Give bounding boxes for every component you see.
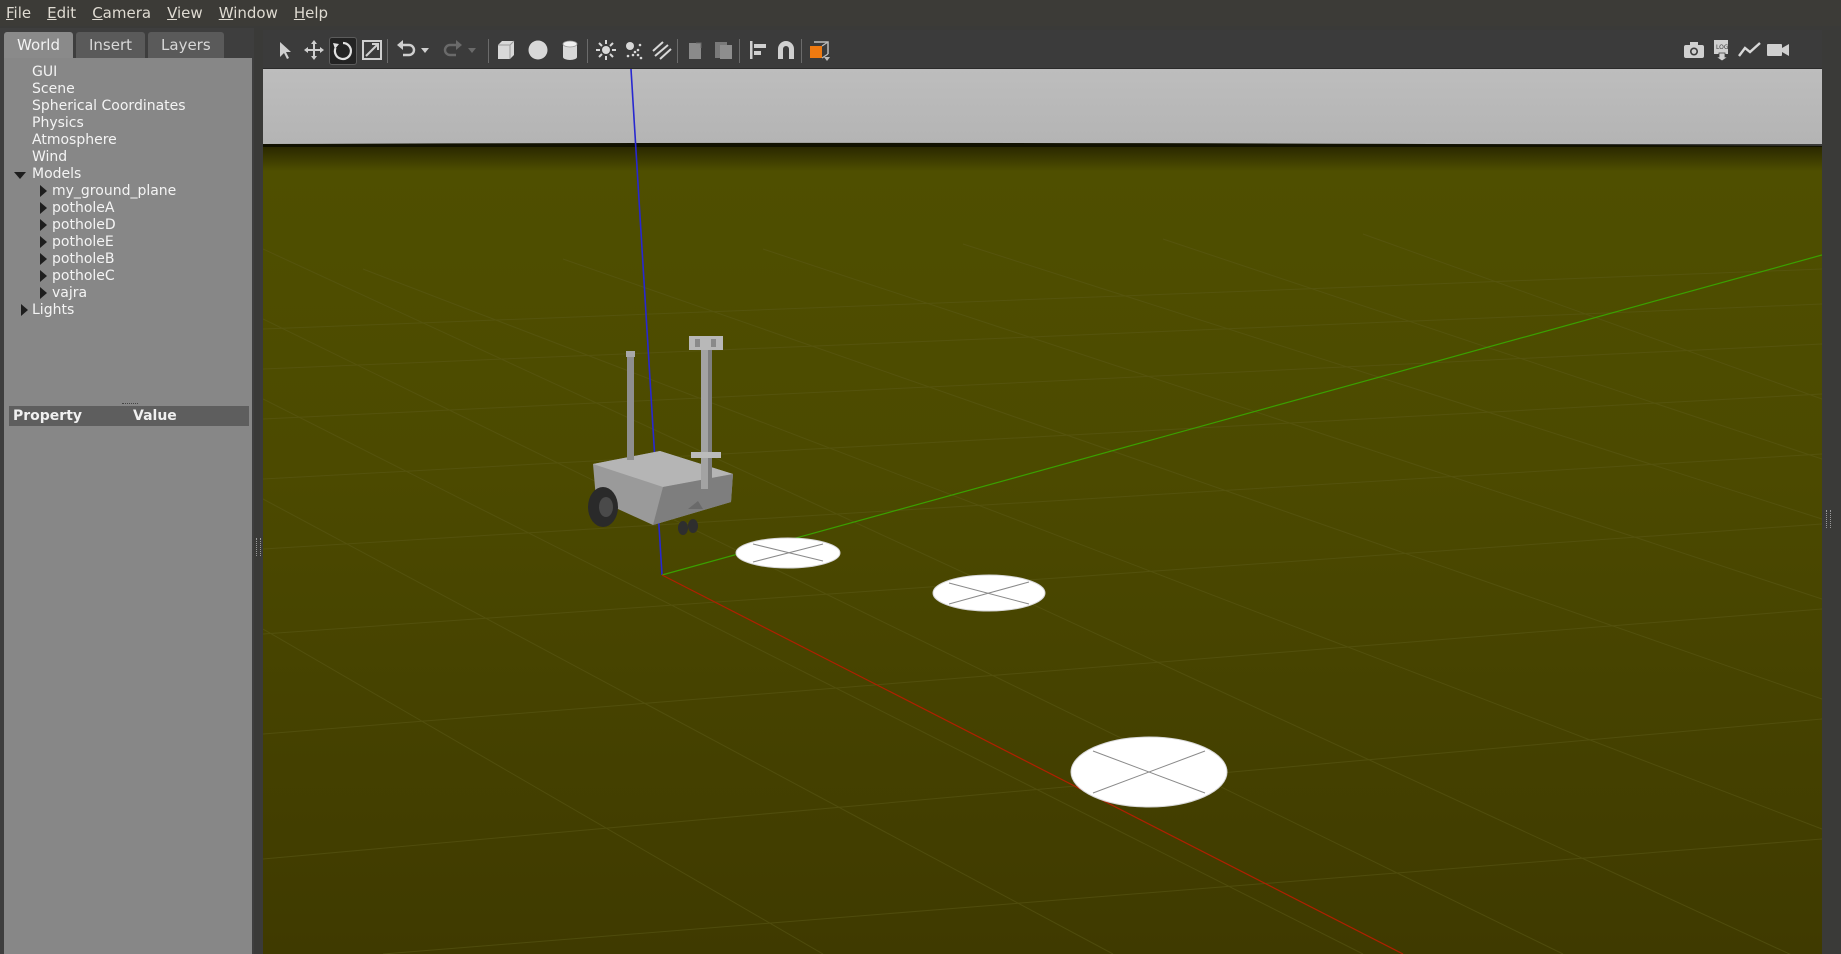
undo-icon[interactable] xyxy=(393,37,419,63)
right-panel-resize-grip[interactable] xyxy=(1826,510,1831,528)
tree-item-scene[interactable]: Scene xyxy=(4,81,252,98)
property-table-header: Property Value xyxy=(9,406,249,426)
scale-mode-icon[interactable] xyxy=(359,37,385,63)
world-panel: GUI Scene Spherical Coordinates Physics … xyxy=(4,58,252,954)
tree-item-label: potholeC xyxy=(52,268,115,284)
menu-window[interactable]: Window xyxy=(213,0,288,26)
log-icon[interactable]: LOG xyxy=(1709,37,1735,63)
redo-icon[interactable] xyxy=(440,37,466,63)
tree-item-model[interactable]: potholeB xyxy=(4,251,252,268)
toolbar-separator xyxy=(677,39,678,63)
toolbar-separator xyxy=(801,39,802,63)
tree-item-gui[interactable]: GUI xyxy=(4,64,252,81)
snap-icon[interactable] xyxy=(773,37,799,63)
plot-icon[interactable] xyxy=(1737,37,1763,63)
select-mode-icon[interactable] xyxy=(273,37,299,63)
menu-bar: File Edit Camera View Window Help xyxy=(0,0,1841,26)
menu-edit[interactable]: Edit xyxy=(41,0,86,26)
collapse-arrow-icon[interactable] xyxy=(40,185,47,197)
undo-history-icon[interactable] xyxy=(418,37,432,63)
spot-light-icon[interactable] xyxy=(621,37,647,63)
record-video-icon[interactable] xyxy=(1765,37,1791,63)
tab-insert[interactable]: Insert xyxy=(76,32,146,58)
tree-item-label: potholeA xyxy=(52,200,115,216)
tree-item-model[interactable]: vajra xyxy=(4,285,252,302)
rotate-mode-icon[interactable] xyxy=(329,37,357,65)
cylinder-icon[interactable] xyxy=(557,37,583,63)
translate-mode-icon[interactable] xyxy=(301,37,327,63)
world-tree: GUI Scene Spherical Coordinates Physics … xyxy=(4,64,252,319)
pothole-marker xyxy=(1070,736,1228,808)
collapse-arrow-icon[interactable] xyxy=(21,304,28,316)
tree-item-label: Lights xyxy=(32,302,75,318)
screenshot-icon[interactable] xyxy=(1681,37,1707,63)
tab-layers[interactable]: Layers xyxy=(148,32,224,58)
menu-help[interactable]: Help xyxy=(288,0,338,26)
tree-item-model[interactable]: my_ground_plane xyxy=(4,183,252,200)
tab-world[interactable]: World xyxy=(4,32,73,58)
align-icon[interactable] xyxy=(745,37,771,63)
scene-viewport[interactable] xyxy=(263,69,1822,954)
property-column-header[interactable]: Property xyxy=(9,408,133,424)
tree-item-model[interactable]: potholeE xyxy=(4,234,252,251)
toolbar-separator xyxy=(488,39,489,63)
tree-item-atmosphere[interactable]: Atmosphere xyxy=(4,132,252,149)
toolbar-separator xyxy=(587,39,588,63)
left-panel-tabs: World Insert Layers xyxy=(4,32,227,58)
redo-history-icon[interactable] xyxy=(465,37,479,63)
left-panel-resize-grip[interactable] xyxy=(256,538,261,556)
expand-arrow-icon[interactable] xyxy=(14,172,26,179)
tree-item-model[interactable]: potholeA xyxy=(4,200,252,217)
collapse-arrow-icon[interactable] xyxy=(40,270,47,282)
menu-view[interactable]: View xyxy=(161,0,213,26)
ground-plane xyxy=(263,147,1822,954)
sky-background xyxy=(263,69,1822,144)
tree-item-model[interactable]: potholeC xyxy=(4,268,252,285)
tree-item-label: potholeB xyxy=(52,251,115,267)
paste-icon[interactable] xyxy=(711,37,737,63)
tree-item-models[interactable]: Models xyxy=(4,166,252,183)
collapse-arrow-icon[interactable] xyxy=(40,236,47,248)
collapse-arrow-icon[interactable] xyxy=(40,202,47,214)
tree-item-label: potholeD xyxy=(52,217,116,233)
tree-item-spherical-coordinates[interactable]: Spherical Coordinates xyxy=(4,98,252,115)
tree-item-label: my_ground_plane xyxy=(52,183,177,199)
point-light-icon[interactable] xyxy=(593,37,619,63)
collapse-arrow-icon[interactable] xyxy=(40,253,47,265)
main-toolbar: LOG xyxy=(263,30,1822,69)
sphere-icon[interactable] xyxy=(525,37,551,63)
tree-item-wind[interactable]: Wind xyxy=(4,149,252,166)
value-column-header[interactable]: Value xyxy=(133,408,177,424)
toolbar-separator xyxy=(739,39,740,63)
pothole-marker xyxy=(932,574,1046,612)
collapse-arrow-icon[interactable] xyxy=(40,219,47,231)
tree-item-model[interactable]: potholeD xyxy=(4,217,252,234)
tree-item-label: potholeE xyxy=(52,234,114,250)
tree-item-physics[interactable]: Physics xyxy=(4,115,252,132)
toolbar-separator xyxy=(387,39,388,63)
menu-file[interactable]: File xyxy=(0,0,41,26)
copy-icon[interactable] xyxy=(683,37,709,63)
change-view-icon[interactable] xyxy=(807,37,833,63)
tree-item-lights[interactable]: Lights xyxy=(4,302,252,319)
box-icon[interactable] xyxy=(493,37,519,63)
left-panel: World Insert Layers GUI Scene Spherical … xyxy=(0,28,261,954)
menu-camera[interactable]: Camera xyxy=(86,0,161,26)
directional-light-icon[interactable] xyxy=(649,37,675,63)
scene-render xyxy=(263,69,1822,954)
svg-text:LOG: LOG xyxy=(1716,44,1729,51)
collapse-arrow-icon[interactable] xyxy=(40,287,47,299)
pothole-marker xyxy=(735,537,841,569)
